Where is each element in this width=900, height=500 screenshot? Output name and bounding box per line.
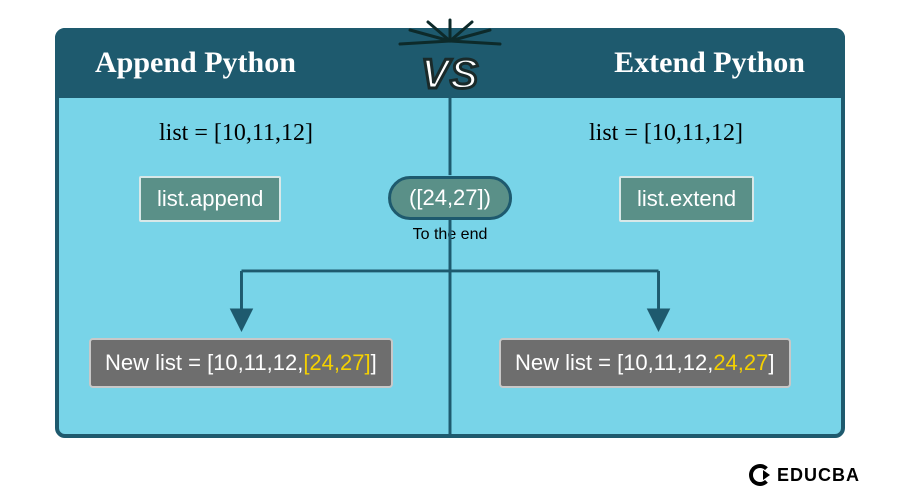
vs-text: VS bbox=[421, 50, 479, 98]
append-result-suffix: ] bbox=[371, 350, 377, 375]
argument-pill: ([24,27]) bbox=[388, 176, 512, 220]
content-area: list = [10,11,12] list = [10,11,12] list… bbox=[59, 98, 841, 434]
extend-method-box: list.extend bbox=[619, 176, 754, 222]
vs-badge: VS bbox=[421, 50, 479, 98]
title-right: Extend Python bbox=[614, 46, 805, 80]
title-left: Append Python bbox=[95, 46, 296, 80]
extend-result-box: New list = [10,11,12,24,27] bbox=[499, 338, 791, 388]
logo-icon bbox=[749, 464, 771, 486]
list-declaration-left: list = [10,11,12] bbox=[159, 120, 313, 147]
brand-logo: EDUCBA bbox=[749, 464, 860, 486]
extend-result-prefix: New list = [10,11,12, bbox=[515, 350, 713, 375]
append-result-box: New list = [10,11,12,[24,27]] bbox=[89, 338, 393, 388]
append-result-prefix: New list = [10,11,12, bbox=[105, 350, 303, 375]
append-result-highlight: [24,27] bbox=[303, 350, 370, 375]
list-declaration-right: list = [10,11,12] bbox=[589, 120, 743, 147]
extend-result-suffix: ] bbox=[768, 350, 774, 375]
extend-result-highlight: 24,27 bbox=[713, 350, 768, 375]
logo-text: EDUCBA bbox=[777, 465, 860, 486]
append-method-box: list.append bbox=[139, 176, 281, 222]
comparison-frame: Append Python Extend Python VS list = [1… bbox=[55, 28, 845, 438]
to-end-label: To the end bbox=[413, 226, 488, 244]
